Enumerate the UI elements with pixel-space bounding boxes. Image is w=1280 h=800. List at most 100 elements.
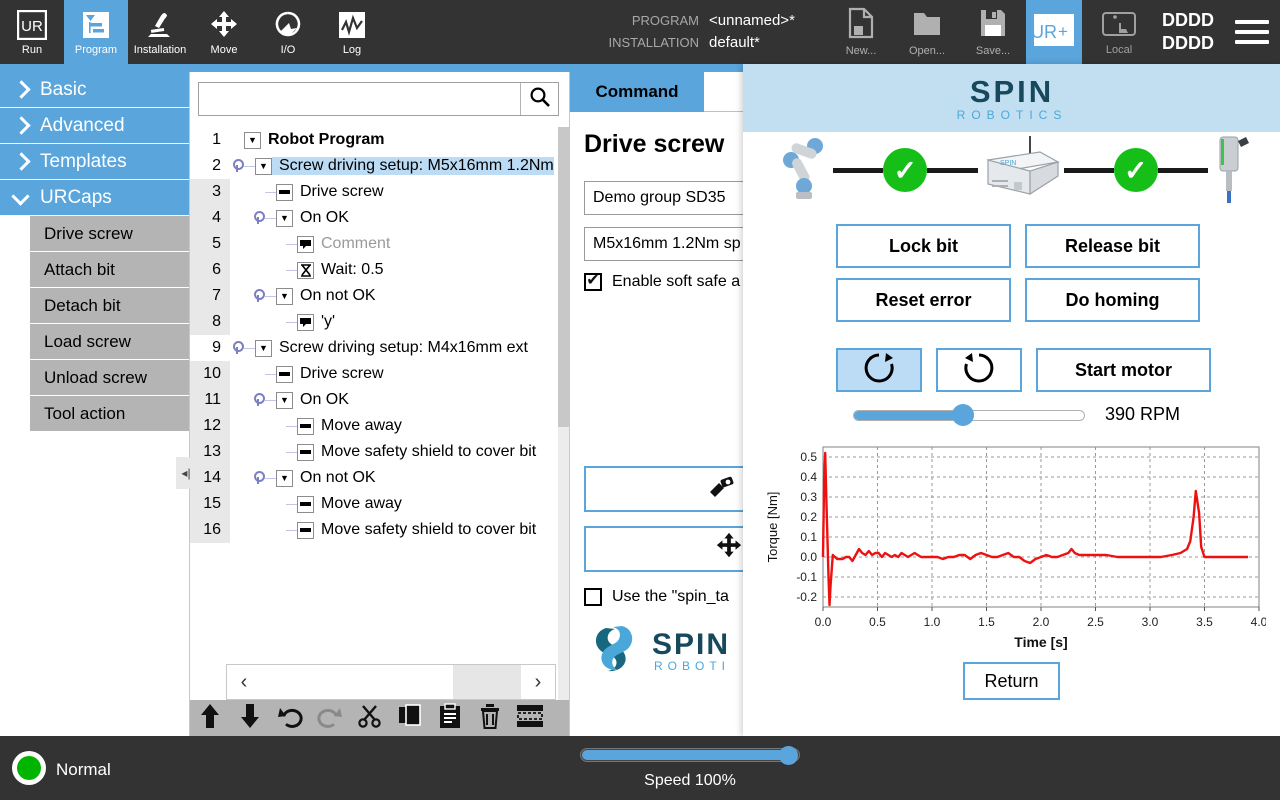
sidebar-item-unload-screw[interactable]: Unload screw [30,360,189,396]
sidebar-item-drive-screw[interactable]: Drive screw [30,216,189,252]
do-homing-button[interactable]: Do homing [1025,278,1200,322]
tree-row[interactable]: 8 'y' [190,309,569,335]
tree-node[interactable]: Move away [230,491,569,517]
tree-row[interactable]: 10 Drive screw [190,361,569,387]
speed-slider[interactable] [580,746,800,765]
tab-command[interactable]: Command [570,72,704,112]
breakpoint-pin-icon[interactable] [251,283,265,309]
tree-row[interactable]: 16 Move safety shield to cover bit [190,517,569,543]
expand-collapse-triangle[interactable]: ▼ [276,469,293,487]
tree-rows-container[interactable]: 1 ▼ Robot Program 2 ▼ Screw driving setup: M5… [190,127,569,717]
tree-row[interactable]: 5 Comment [190,231,569,257]
tree-horizontal-scrollbar[interactable]: ‹ › [226,664,556,700]
tree-node[interactable]: Move away [230,413,569,439]
tree-node[interactable]: Move safety shield to cover bit [230,517,569,543]
speed-slider-knob[interactable] [779,746,798,765]
tree-node[interactable]: Move safety shield to cover bit [230,439,569,465]
tree-node[interactable]: Drive screw [230,361,569,387]
search-button[interactable] [520,83,558,115]
sidebar-item-advanced[interactable]: Advanced [0,108,189,144]
soft-safe-checkbox[interactable]: ✔ [584,273,602,291]
tree-row[interactable]: 9 ▼ Screw driving setup: M4x16mm ext [190,335,569,361]
spin-variable-checkbox[interactable] [584,588,602,606]
sidebar-item-load-screw[interactable]: Load screw [30,324,189,360]
lock-bit-button[interactable]: Lock bit [836,224,1011,268]
expand-collapse-triangle[interactable]: ▼ [276,287,293,305]
breakpoint-pin-icon[interactable] [251,387,265,413]
sidebar-item-detach-bit[interactable]: Detach bit [30,288,189,324]
paste-button[interactable] [430,700,470,736]
tree-row[interactable]: 13 Move safety shield to cover bit [190,439,569,465]
tree-node[interactable]: Comment [230,231,569,257]
search-input[interactable] [199,83,520,115]
nav-tab-run[interactable]: UR Run [0,0,64,64]
tree-node[interactable]: ▼ Robot Program [230,127,569,153]
sidebar-item-basic[interactable]: Basic [0,72,189,108]
sidebar-item-tool-action[interactable]: Tool action [30,396,189,432]
redo-button[interactable] [310,700,350,736]
tree-row[interactable]: 3 Drive screw [190,179,569,205]
copy-button[interactable] [390,700,430,736]
local-control-button[interactable]: Local [1082,0,1156,64]
nav-tab-installation[interactable]: Installation [128,0,192,64]
tree-node[interactable]: ▼ Screw driving setup: M5x16mm 1.2Nm [230,153,569,179]
breakpoint-pin-icon[interactable] [251,205,265,231]
nav-tab-program[interactable]: Program [64,0,128,64]
tree-node[interactable]: 'y' [230,309,569,335]
expand-collapse-triangle[interactable]: ▼ [255,339,272,357]
tree-row[interactable]: 14 ▼ On not OK [190,465,569,491]
hscroll-track[interactable] [261,665,521,699]
rpm-slider-knob[interactable] [952,403,975,426]
tree-node[interactable]: ▼ On not OK [230,465,569,491]
hamburger-menu-button[interactable] [1224,0,1280,64]
move-down-button[interactable] [230,700,270,736]
tree-scrollbar-thumb[interactable] [558,127,569,427]
sidebar-item-templates[interactable]: Templates [0,144,189,180]
tree-row[interactable]: 1 ▼ Robot Program [190,127,569,153]
tree-row[interactable]: 7 ▼ On not OK [190,283,569,309]
sidebar-item-urcaps[interactable]: URCaps [0,180,189,216]
expand-collapse-triangle[interactable]: ▼ [276,391,293,409]
scroll-right-button[interactable]: › [521,665,555,699]
rotate-ccw-button[interactable] [936,348,1022,392]
suppress-button[interactable] [510,700,550,736]
breakpoint-pin-icon[interactable] [230,335,244,361]
new-file-button[interactable]: New... [828,0,894,64]
tree-node[interactable]: ▼ On not OK [230,283,569,309]
breakpoint-pin-icon[interactable] [251,465,265,491]
nav-tab-log[interactable]: Log [320,0,384,64]
tree-node[interactable]: ▼ Screw driving setup: M4x16mm ext [230,335,569,361]
move-up-button[interactable] [190,700,230,736]
tree-row[interactable]: 4 ▼ On OK [190,205,569,231]
tree-row[interactable]: 6 Wait: 0.5 [190,257,569,283]
open-file-button[interactable]: Open... [894,0,960,64]
nav-tab-io[interactable]: I/O [256,0,320,64]
nav-tab-move[interactable]: Move [192,0,256,64]
scroll-left-button[interactable]: ‹ [227,665,261,699]
tree-row[interactable]: 15 Move away [190,491,569,517]
breakpoint-pin-icon[interactable] [230,153,244,179]
expand-collapse-triangle[interactable]: ▼ [255,157,272,175]
expand-collapse-triangle[interactable]: ▼ [244,131,261,149]
tree-vertical-scrollbar[interactable] [558,127,569,717]
tree-row[interactable]: 12 Move away [190,413,569,439]
tree-row[interactable]: 11 ▼ On OK [190,387,569,413]
ur-plus-button[interactable]: UR + [1026,0,1082,64]
undo-button[interactable] [270,700,310,736]
reset-error-button[interactable]: Reset error [836,278,1011,322]
rpm-slider[interactable] [853,403,1085,426]
tree-node[interactable]: Drive screw [230,179,569,205]
release-bit-button[interactable]: Release bit [1025,224,1200,268]
sidebar-item-attach-bit[interactable]: Attach bit [30,252,189,288]
return-button[interactable]: Return [963,662,1060,700]
save-file-button[interactable]: Save... [960,0,1026,64]
expand-collapse-triangle[interactable]: ▼ [276,209,293,227]
cut-button[interactable] [350,700,390,736]
tree-node[interactable]: ▼ On OK [230,205,569,231]
tree-row[interactable]: 2 ▼ Screw driving setup: M5x16mm 1.2Nm [190,153,569,179]
rotate-cw-button[interactable] [836,348,922,392]
tree-node[interactable]: Wait: 0.5 [230,257,569,283]
start-motor-button[interactable]: Start motor [1036,348,1211,392]
tree-node[interactable]: ▼ On OK [230,387,569,413]
delete-button[interactable] [470,700,510,736]
